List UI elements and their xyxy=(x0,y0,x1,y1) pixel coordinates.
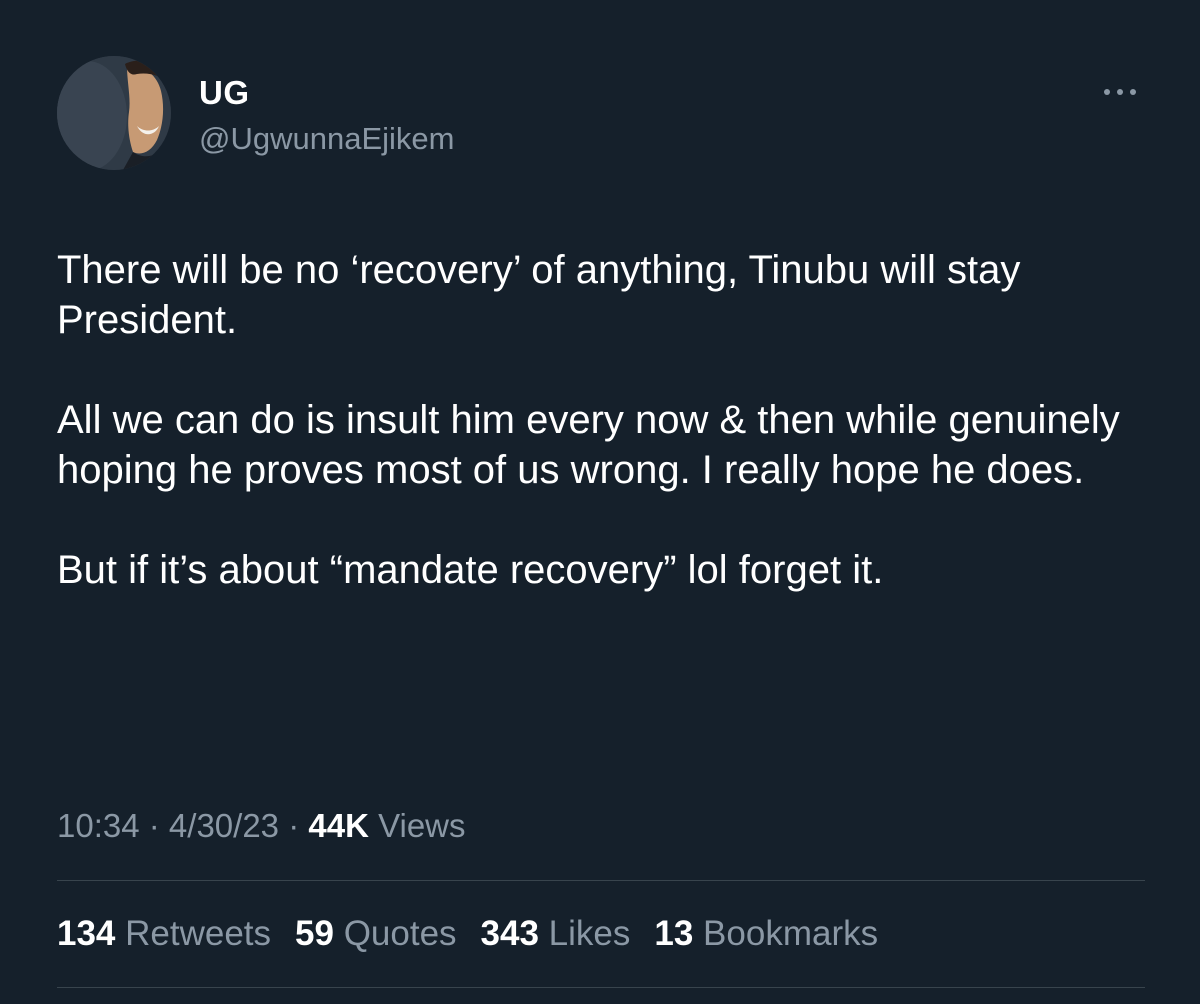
more-horizontal-icon xyxy=(1130,89,1136,95)
tweet-paragraph: There will be no ‘recovery’ of anything,… xyxy=(57,248,1021,342)
author-display-name[interactable]: UG xyxy=(199,73,250,113)
retweets-stat[interactable]: 134 Retweets xyxy=(57,913,271,955)
more-horizontal-icon xyxy=(1104,89,1110,95)
engagement-stats: 134 Retweets 59 Quotes 343 Likes 13 Book… xyxy=(57,913,878,955)
quotes-label: Quotes xyxy=(333,914,457,953)
divider xyxy=(57,987,1145,988)
bookmarks-count: 13 xyxy=(654,914,694,953)
views-label: Views xyxy=(368,807,466,844)
bookmarks-label: Bookmarks xyxy=(693,914,879,953)
avatar[interactable] xyxy=(57,56,171,170)
likes-count: 343 xyxy=(480,914,539,953)
tweet-time[interactable]: 10:34 xyxy=(57,807,140,844)
bookmarks-stat[interactable]: 13 Bookmarks xyxy=(654,913,878,955)
views-count: 44K xyxy=(308,807,369,844)
tweet-paragraph: All we can do is insult him every now & … xyxy=(57,398,1120,492)
retweets-count: 134 xyxy=(57,914,116,953)
meta-separator: · xyxy=(279,807,309,844)
more-horizontal-icon xyxy=(1117,89,1123,95)
more-options-button[interactable] xyxy=(1096,78,1144,106)
tweet-paragraph: But if it’s about “mandate recovery” lol… xyxy=(57,548,884,592)
meta-separator: · xyxy=(139,807,169,844)
tweet-meta: 10:34 · 4/30/23 · 44K Views xyxy=(57,806,466,846)
author-handle[interactable]: @UgwunnaEjikem xyxy=(199,119,454,159)
tweet-date[interactable]: 4/30/23 xyxy=(169,807,279,844)
tweet-detail: UG @UgwunnaEjikem There will be no ‘reco… xyxy=(0,0,1200,1004)
retweets-label: Retweets xyxy=(115,914,272,953)
likes-stat[interactable]: 343 Likes xyxy=(481,913,631,955)
quotes-stat[interactable]: 59 Quotes xyxy=(295,913,457,955)
likes-label: Likes xyxy=(538,914,631,953)
quotes-count: 59 xyxy=(295,914,334,953)
profile-photo-icon xyxy=(57,56,171,170)
tweet-text: There will be no ‘recovery’ of anything,… xyxy=(57,245,1147,595)
divider xyxy=(57,880,1145,881)
